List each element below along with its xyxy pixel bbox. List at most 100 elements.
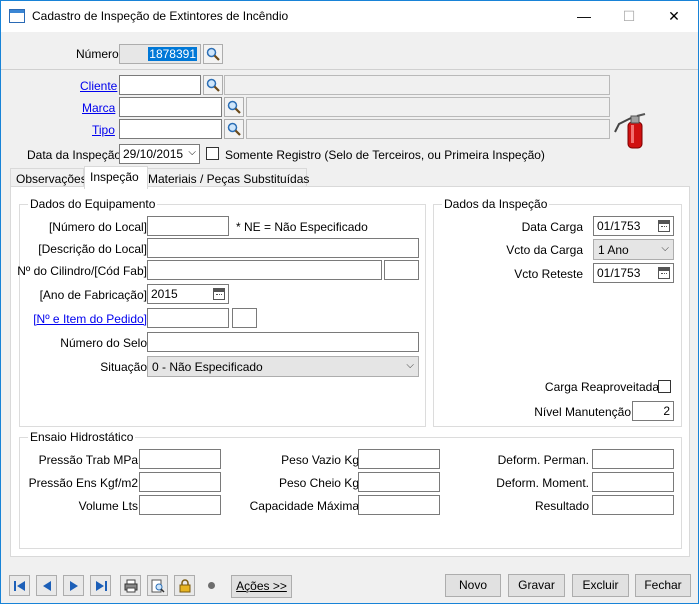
calendar-icon[interactable]: [213, 288, 225, 300]
numero-local-input[interactable]: [147, 216, 229, 236]
marca-code-input[interactable]: [119, 97, 222, 117]
pedido-input[interactable]: [147, 308, 229, 328]
cilindro-label: Nº do Cilindro/[Cód Fab]: [17, 264, 147, 278]
pedido-link[interactable]: [Nº e Item do Pedido]: [33, 312, 147, 326]
print-preview-button[interactable]: [147, 575, 168, 596]
status-dot-icon: [208, 582, 215, 589]
data-inspecao-input[interactable]: 29/10/2015 ⌵: [119, 144, 200, 164]
ano-fabricacao-label: [Ano de Fabricação]: [39, 288, 147, 302]
volume-input[interactable]: [139, 495, 221, 515]
acoes-label: Ações >>: [236, 579, 287, 593]
data-carga-label: Data Carga: [521, 220, 583, 234]
previous-icon: [43, 581, 51, 591]
tipo-link[interactable]: Tipo: [92, 123, 115, 137]
separator: [1, 69, 698, 70]
minimize-button[interactable]: —: [561, 1, 607, 32]
deform-perm-label: Deform. Perman.: [497, 453, 589, 467]
tipo-name-field: [246, 119, 610, 139]
dados-inspecao-group: Dados da Inspeção Data Carga 01/1753 Vct…: [433, 197, 682, 427]
carga-reaproveitada-label: Carga Reaproveitada: [544, 380, 659, 394]
magnifier-icon: [206, 47, 220, 61]
tipo-code-input[interactable]: [119, 119, 222, 139]
tab-observacoes[interactable]: Observações: [10, 168, 87, 188]
tipo-search-button[interactable]: [224, 119, 244, 139]
cilindro-input[interactable]: [147, 260, 382, 280]
close-button[interactable]: ✕: [651, 1, 697, 32]
ensaio-hidrostatico-group: Ensaio Hidrostático Pressão Trab MPa Pre…: [19, 430, 682, 549]
resultado-label: Resultado: [534, 499, 589, 513]
somente-registro-checkbox[interactable]: [206, 147, 219, 160]
numero-search-button[interactable]: [203, 44, 223, 64]
tab-inspecao[interactable]: Inspeção: [84, 166, 148, 189]
fechar-button[interactable]: Fechar: [635, 574, 691, 597]
next-record-button[interactable]: [63, 575, 84, 596]
first-record-icon: [14, 581, 25, 591]
cliente-code-input[interactable]: [119, 75, 201, 95]
marca-link[interactable]: Marca: [82, 101, 115, 115]
dados-equipamento-title: Dados do Equipamento: [28, 197, 158, 211]
vcto-reteste-label: Vcto Reteste: [514, 267, 583, 281]
resultado-input[interactable]: [592, 495, 674, 515]
deform-mom-label: Deform. Moment.: [496, 476, 589, 490]
descricao-local-input[interactable]: [147, 238, 419, 258]
vcto-reteste-input[interactable]: 01/1753: [593, 263, 674, 283]
cliente-search-button[interactable]: [203, 75, 223, 95]
cod-fab-input[interactable]: [384, 260, 419, 280]
pressao-ens-input[interactable]: [139, 472, 221, 492]
calendar-icon[interactable]: [658, 220, 670, 232]
chevron-down-icon: ⌵: [406, 360, 414, 371]
pedido-item-input[interactable]: [232, 308, 257, 328]
ano-fabricacao-value: 2015: [151, 287, 178, 301]
peso-cheio-input[interactable]: [358, 472, 440, 492]
acoes-button[interactable]: Ações >>: [231, 575, 292, 598]
lock-button[interactable]: [174, 575, 195, 596]
deform-perm-input[interactable]: [592, 449, 674, 469]
peso-vazio-input[interactable]: [358, 449, 440, 469]
pressao-trab-input[interactable]: [139, 449, 221, 469]
print-button[interactable]: [120, 575, 141, 596]
gravar-button[interactable]: Gravar: [508, 574, 565, 597]
capacidade-input[interactable]: [358, 495, 440, 515]
nivel-manutencao-value: 2: [663, 404, 670, 418]
fire-extinguisher-icon: [614, 113, 646, 149]
numero-selo-input[interactable]: [147, 332, 419, 352]
nivel-manutencao-input[interactable]: 2: [632, 401, 674, 421]
numero-local-label: [Número do Local]: [48, 220, 147, 234]
main-window: Cadastro de Inspeção de Extintores de In…: [0, 0, 699, 604]
magnifier-icon: [227, 100, 241, 114]
deform-mom-input[interactable]: [592, 472, 674, 492]
maximize-button[interactable]: ☐: [606, 1, 652, 32]
descricao-local-label: [Descrição do Local]: [38, 242, 147, 256]
printer-icon: [124, 579, 138, 593]
lock-icon: [179, 579, 191, 593]
somente-registro-label: Somente Registro (Selo de Terceiros, ou …: [225, 148, 545, 162]
situacao-select[interactable]: 0 - Não Especificado ⌵: [147, 356, 419, 377]
calendar-icon[interactable]: [658, 267, 670, 279]
cliente-name-field: [224, 75, 610, 95]
pressao-ens-label: Pressão Ens Kgf/m2: [28, 476, 138, 490]
peso-cheio-label: Peso Cheio Kg: [278, 476, 359, 490]
title-bar: Cadastro de Inspeção de Extintores de In…: [1, 1, 698, 32]
dados-equipamento-group: Dados do Equipamento [Número do Local] *…: [17, 197, 426, 427]
cliente-link[interactable]: Cliente: [80, 79, 117, 93]
chevron-down-icon[interactable]: ⌵: [188, 147, 196, 158]
first-record-button[interactable]: [9, 575, 30, 596]
carga-reaproveitada-checkbox[interactable]: [658, 380, 671, 393]
tab-materiais[interactable]: Materiais / Peças Substituídas: [142, 168, 309, 188]
numero-input[interactable]: 1878391: [119, 44, 201, 64]
vcto-carga-value: 1 Ano: [598, 243, 629, 257]
previous-record-button[interactable]: [36, 575, 57, 596]
last-record-button[interactable]: [90, 575, 111, 596]
excluir-button[interactable]: Excluir: [572, 574, 629, 597]
chevron-down-icon: ⌵: [661, 243, 669, 254]
vcto-carga-select[interactable]: 1 Ano ⌵: [593, 239, 674, 260]
novo-button[interactable]: Novo: [445, 574, 501, 597]
pressao-trab-label: Pressão Trab MPa: [38, 453, 138, 467]
numero-selo-label: Número do Selo: [60, 336, 147, 350]
marca-search-button[interactable]: [224, 97, 244, 117]
data-inspecao-label: Data da Inspeção: [27, 148, 122, 162]
ano-fabricacao-input[interactable]: 2015: [147, 284, 229, 304]
last-record-icon: [96, 581, 107, 591]
data-carga-input[interactable]: 01/1753: [593, 216, 674, 236]
volume-label: Volume Lts: [78, 499, 138, 513]
